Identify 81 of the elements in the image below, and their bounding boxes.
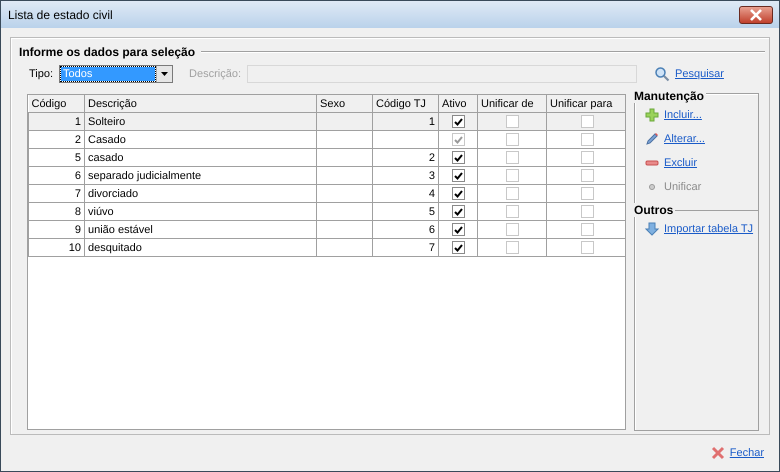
table-row[interactable]: 2 Casado [28, 130, 625, 148]
table-cell: divorciado [84, 184, 316, 202]
delete-link[interactable]: Excluir [645, 156, 758, 170]
table-cell: casado [84, 148, 316, 166]
column-header[interactable]: Unificar de [478, 95, 546, 112]
table-row[interactable]: 9 união estável 6 [28, 220, 625, 238]
checkbox [506, 151, 518, 164]
table-row[interactable]: 1 Solteiro 1 [28, 112, 625, 130]
table-cell: 1 [28, 112, 84, 130]
checkbox[interactable] [452, 151, 464, 164]
table-row[interactable]: 8 viúvo 5 [28, 202, 625, 220]
checkbox [580, 133, 594, 146]
plus-icon [645, 108, 659, 122]
table-cell: 2 [428, 152, 435, 164]
column-header[interactable]: Código TJ [372, 95, 438, 112]
section-title: Outros [634, 203, 676, 217]
search-link[interactable]: Pesquisar [654, 66, 724, 82]
table-cell: 9 [28, 220, 84, 238]
import-link[interactable]: Importar tabela TJ [645, 222, 758, 236]
checkbox [506, 241, 518, 254]
table-row[interactable]: 10 desquitado 7 [28, 238, 625, 256]
group-title: Informe os dados para seleção [19, 45, 196, 59]
checkbox[interactable] [452, 241, 464, 254]
table-cell: 6 [428, 224, 435, 236]
checkbox [506, 187, 518, 200]
table-cell: 7 [428, 242, 435, 254]
checkbox [506, 133, 518, 146]
close-link[interactable]: Fechar [710, 446, 764, 460]
checkbox [506, 223, 518, 236]
column-header[interactable]: Unificar para [546, 95, 625, 112]
close-button[interactable] [739, 6, 773, 24]
checkbox [506, 205, 518, 218]
checkbox [506, 115, 518, 128]
checkbox [580, 151, 594, 164]
checkbox[interactable] [452, 187, 464, 200]
table-row[interactable]: 6 separado judicialmente 3 [28, 166, 625, 184]
table-cell: 6 [28, 166, 84, 184]
close-icon [749, 8, 763, 20]
table-cell: união estável [84, 220, 316, 238]
checkbox [580, 169, 594, 182]
table-cell: 1 [428, 116, 435, 128]
table-row[interactable]: 5 casado 2 [28, 148, 625, 166]
checkbox [506, 169, 518, 182]
checkbox [580, 115, 594, 128]
down-arrow-icon [645, 222, 659, 236]
table-cell: Solteiro [84, 112, 316, 130]
table-cell: 10 [28, 238, 84, 256]
search-icon [654, 66, 670, 82]
column-header[interactable]: Descrição [84, 95, 316, 112]
checkbox[interactable] [452, 115, 464, 128]
column-header[interactable]: Sexo [316, 95, 372, 112]
add-link[interactable]: Incluir... [645, 108, 758, 122]
pencil-icon [645, 132, 659, 146]
dropdown-arrow-icon [161, 72, 168, 76]
edit-link[interactable]: Alterar... [645, 132, 758, 146]
checkbox[interactable] [452, 169, 464, 182]
checkbox[interactable] [452, 205, 464, 218]
section-title: Manutenção [634, 89, 706, 103]
checkbox [580, 223, 594, 236]
column-header[interactable]: Ativo [438, 95, 478, 112]
table-cell: 5 [28, 148, 84, 166]
window-title: Lista de estado civil [8, 8, 113, 22]
table-cell: desquitado [84, 238, 316, 256]
table-cell: 4 [428, 188, 435, 200]
checkbox [580, 187, 594, 200]
table-row[interactable]: 7 divorciado 4 [28, 184, 625, 202]
table-cell: separado judicialmente [84, 166, 316, 184]
checkbox [580, 205, 594, 218]
table-cell: viúvo [84, 202, 316, 220]
table-cell: 3 [428, 170, 435, 182]
table-cell: 8 [28, 202, 84, 220]
tipo-label: Tipo: [29, 68, 54, 80]
descricao-label: Descrição: [189, 68, 242, 80]
table-cell: 2 [28, 130, 84, 148]
checkbox[interactable] [452, 223, 464, 236]
close-icon [710, 446, 725, 460]
table-cell: 7 [28, 184, 84, 202]
checkbox [580, 241, 594, 254]
table-cell: 5 [428, 206, 435, 218]
column-header[interactable]: Código [28, 95, 84, 112]
table-cell: Casado [84, 130, 316, 148]
